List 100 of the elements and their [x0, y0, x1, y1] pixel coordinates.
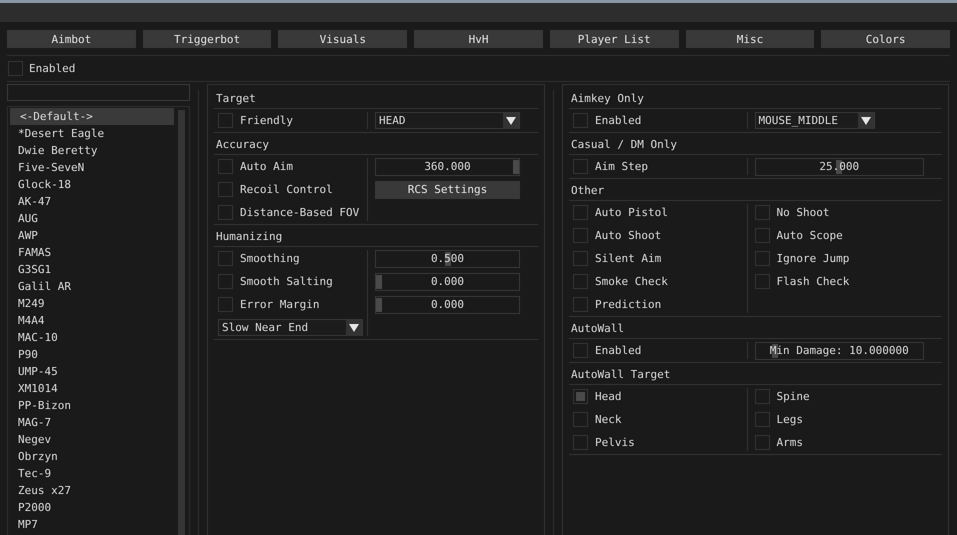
checkbox[interactable]	[754, 228, 770, 243]
slider[interactable]: 0.000	[375, 296, 520, 314]
checkbox-label: Smoke Check	[595, 275, 668, 288]
weapon-list-item[interactable]: MP7	[10, 516, 174, 533]
section-title: AutoWall Target	[569, 363, 942, 385]
checkbox-label: Aim Step	[595, 160, 648, 173]
section-title: AutoWall	[569, 317, 942, 339]
checkbox-label: Enabled	[595, 344, 642, 357]
checkbox-label: Prediction	[595, 298, 662, 311]
weapon-list-item[interactable]: Glock-18	[10, 176, 174, 193]
weapon-list-item[interactable]: <-Default->	[10, 108, 174, 125]
checkbox-label: Silent Aim	[595, 252, 662, 265]
weapon-list-item[interactable]: AK-47	[10, 193, 174, 210]
checkbox-label: Friendly	[240, 114, 293, 127]
checkbox-label: Auto Pistol	[595, 206, 668, 219]
checkbox[interactable]	[573, 228, 588, 243]
checkbox-label: Smoothing	[240, 252, 300, 265]
checkbox-label: Error Margin	[240, 298, 320, 311]
checkbox[interactable]	[573, 251, 588, 266]
checkbox[interactable]	[754, 274, 770, 289]
weapon-list-item[interactable]: Galil AR	[10, 278, 174, 295]
slider[interactable]: 25.000	[754, 158, 924, 176]
tab[interactable]: Colors	[821, 30, 950, 48]
weapon-list-item[interactable]: AWP	[10, 227, 174, 244]
weapon-list-item[interactable]: Zeus x27	[10, 482, 174, 499]
checkbox[interactable]	[573, 274, 588, 289]
dropdown[interactable]: MOUSE_MIDDLE	[754, 112, 874, 129]
checkbox[interactable]	[573, 343, 588, 358]
checkbox[interactable]	[218, 274, 233, 289]
search-field[interactable]	[7, 84, 190, 101]
weapon-list-item[interactable]: P2000	[10, 499, 174, 516]
checkbox-label: Auto Aim	[240, 160, 293, 173]
weapon-list-item[interactable]: UMP-45	[10, 363, 174, 380]
tab[interactable]: HvH	[414, 30, 543, 48]
checkbox[interactable]	[218, 205, 233, 220]
checkbox-label: Neck	[595, 413, 622, 426]
checkbox[interactable]	[573, 435, 588, 450]
scrollbar[interactable]	[178, 110, 185, 535]
slider[interactable]: Min Damage: 10.000000	[754, 342, 924, 360]
weapon-list-item[interactable]: MAG-7	[10, 414, 174, 431]
weapon-list-item[interactable]: M4A4	[10, 312, 174, 329]
tab[interactable]: Aimbot	[7, 30, 136, 48]
checkbox[interactable]	[218, 159, 233, 174]
checkbox-label: Spine	[776, 390, 810, 403]
checkbox[interactable]	[573, 412, 588, 427]
section-title: Accuracy	[214, 133, 538, 155]
checkbox-label: Auto Shoot	[595, 229, 662, 242]
weapon-list-item[interactable]: M249	[10, 295, 174, 312]
checkbox[interactable]	[573, 205, 588, 220]
slider-thumb[interactable]	[513, 160, 519, 174]
weapon-list-item[interactable]: MAC-10	[10, 329, 174, 346]
section-title: Target	[214, 87, 538, 109]
weapon-list-item[interactable]: Obrzyn	[10, 448, 174, 465]
checkbox[interactable]	[754, 205, 770, 220]
tab[interactable]: Misc	[686, 30, 814, 48]
tab[interactable]: Player List	[550, 30, 679, 48]
section-title: Casual / DM Only	[569, 133, 942, 155]
weapon-list-item[interactable]: Five-SeveN	[10, 159, 174, 176]
dropdown[interactable]: Slow Near End	[218, 319, 363, 336]
weapon-list-item[interactable]: P90	[10, 346, 174, 363]
slider[interactable]: 360.000	[375, 158, 520, 176]
section-title: Other	[569, 179, 942, 201]
settings-button[interactable]: RCS Settings	[375, 180, 520, 198]
checkbox-label: Ignore Jump	[776, 252, 850, 265]
section-title: Humanizing	[214, 225, 538, 247]
checkbox[interactable]	[754, 412, 770, 427]
checkbox-label: Arms	[776, 436, 803, 449]
checkbox[interactable]	[754, 389, 770, 404]
weapon-list-item[interactable]: Dwie Beretty	[10, 142, 174, 159]
weapon-list-item[interactable]: *Desert Eagle	[10, 125, 174, 142]
checkbox[interactable]	[754, 251, 770, 266]
slider-thumb[interactable]	[376, 274, 382, 288]
checkbox[interactable]	[573, 159, 588, 174]
checkbox[interactable]	[218, 182, 233, 197]
checkbox[interactable]	[573, 113, 588, 128]
checkbox[interactable]	[8, 61, 23, 76]
slider[interactable]: 0.500	[375, 250, 520, 268]
checkbox[interactable]	[573, 389, 588, 404]
weapon-list-item[interactable]: FAMAS	[10, 244, 174, 261]
dropdown[interactable]: HEAD	[375, 112, 520, 129]
checkbox[interactable]	[573, 297, 588, 312]
tab[interactable]: Visuals	[278, 30, 408, 48]
checkbox-label: Recoil Control	[240, 183, 333, 196]
checkbox[interactable]	[218, 251, 233, 266]
section-title: Aimkey Only	[569, 87, 942, 109]
weapon-list-item[interactable]: AUG	[10, 210, 174, 227]
checkbox-label: Smooth Salting	[240, 275, 333, 288]
slider[interactable]: 0.000	[375, 272, 520, 290]
checkbox-label: No Shoot	[776, 206, 830, 219]
checkbox[interactable]	[218, 297, 233, 312]
checkbox-label: Enabled	[29, 62, 76, 75]
tab[interactable]: Triggerbot	[142, 30, 272, 48]
checkbox[interactable]	[754, 435, 770, 450]
weapon-list-item[interactable]: PP-Bizon	[10, 397, 174, 414]
weapon-list-item[interactable]: Negev	[10, 431, 174, 448]
weapon-list-item[interactable]: XM1014	[10, 380, 174, 397]
weapon-list-item[interactable]: G3SG1	[10, 261, 174, 278]
checkbox[interactable]	[218, 113, 233, 128]
slider-thumb[interactable]	[376, 298, 382, 312]
weapon-list-item[interactable]: Tec-9	[10, 465, 174, 482]
